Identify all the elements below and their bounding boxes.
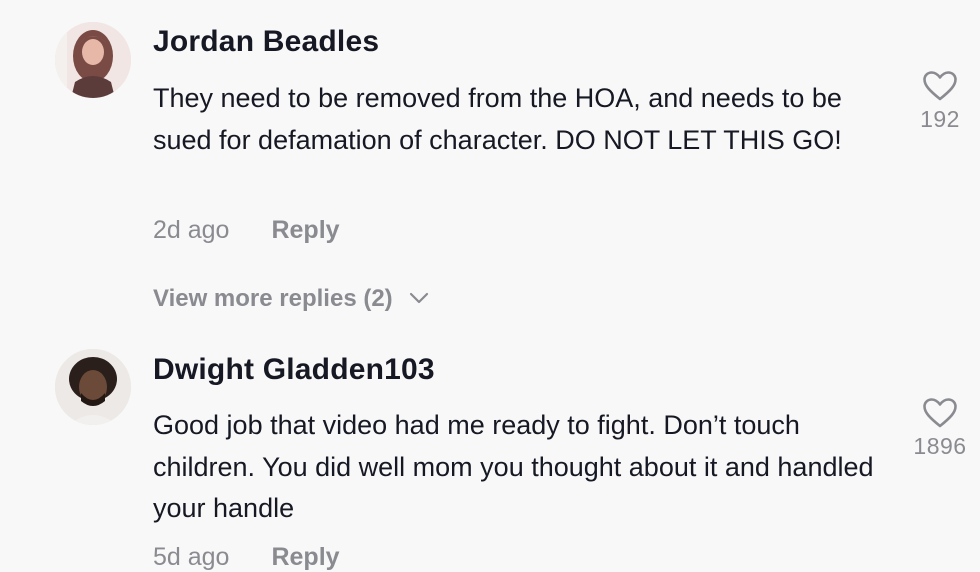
comment-text: They need to be removed from the HOA, an… bbox=[153, 83, 842, 155]
chevron-down-icon bbox=[410, 292, 429, 303]
username[interactable]: Dwight Gladden103 bbox=[153, 353, 435, 387]
timestamp: 5d ago bbox=[153, 543, 230, 571]
comment-text: Good job that video had me ready to figh… bbox=[153, 410, 874, 523]
view-more-replies-label: View more replies (2) bbox=[153, 285, 393, 312]
username[interactable]: Jordan Beadles bbox=[153, 25, 379, 59]
view-more-replies-button[interactable]: View more replies (2) bbox=[153, 285, 429, 313]
reply-button[interactable]: Reply bbox=[271, 543, 339, 571]
avatar-photo-icon bbox=[55, 349, 131, 425]
like-count: 192 bbox=[920, 106, 960, 132]
like-button[interactable]: 192 bbox=[905, 70, 975, 133]
comment-meta: 2d ago Reply bbox=[153, 216, 340, 245]
avatar[interactable] bbox=[55, 349, 131, 425]
like-button[interactable]: 1896 bbox=[905, 397, 975, 460]
heart-outline-icon bbox=[923, 71, 957, 101]
comment-meta: 5d ago Reply bbox=[153, 543, 340, 572]
reply-button[interactable]: Reply bbox=[271, 216, 339, 244]
avatar[interactable] bbox=[55, 22, 131, 98]
heart-outline-icon bbox=[923, 398, 957, 428]
timestamp: 2d ago bbox=[153, 216, 230, 244]
like-count: 1896 bbox=[913, 433, 967, 459]
avatar-photo-icon bbox=[55, 22, 131, 98]
